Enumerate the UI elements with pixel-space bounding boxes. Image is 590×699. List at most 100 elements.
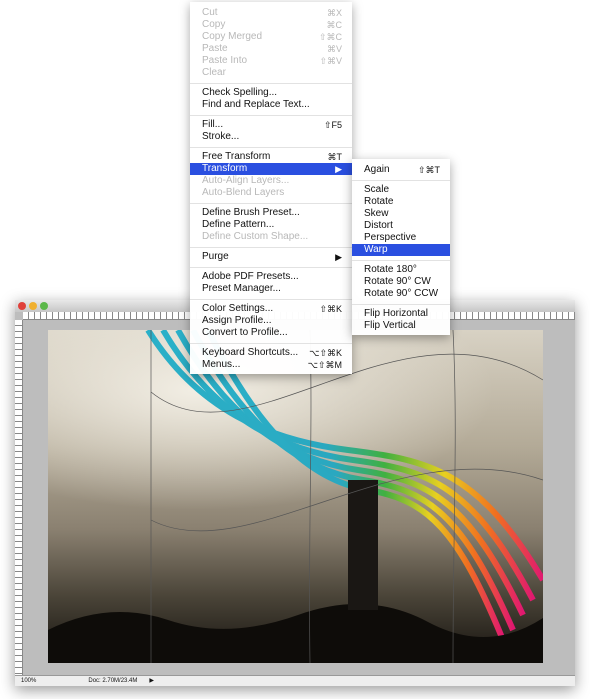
menu-separator [190,343,352,344]
menu-item-label: Copy [202,19,226,30]
menu-item-auto-blend-layers[interactable]: Auto-Blend Layers [190,187,352,199]
menu-item-shortcut: ⌥⇧⌘K [309,348,342,358]
vertical-ruler[interactable] [15,320,23,675]
menu-item-again[interactable]: Again ⇧⌘T [352,164,450,176]
menu-item-transform[interactable]: Transform ▶ [190,163,352,175]
menu-item-label: Rotate 180° [364,264,417,275]
menu-item-paste-into[interactable]: Paste Into ⇧⌘V [190,55,352,67]
menu-item-label: Adobe PDF Presets... [202,271,299,282]
menu-item-keyboard-shortcuts[interactable]: Keyboard Shortcuts... ⌥⇧⌘K [190,347,352,359]
menu-item-auto-align-layers[interactable]: Auto-Align Layers... [190,175,352,187]
close-button[interactable] [18,302,26,310]
menu-item-flip-vertical[interactable]: Flip Vertical [352,320,450,332]
menu-item-perspective[interactable]: Perspective [352,232,450,244]
menu-item-copy[interactable]: Copy ⌘C [190,19,352,31]
menu-item-menus[interactable]: Menus... ⌥⇧⌘M [190,359,352,371]
menu-item-define-custom-shape[interactable]: Define Custom Shape... [190,231,352,243]
menu-item-skew[interactable]: Skew [352,208,450,220]
menu-item-adobe-pdf-presets[interactable]: Adobe PDF Presets... [190,271,352,283]
menu-item-label: Paste [202,43,228,54]
menu-item-flip-horizontal[interactable]: Flip Horizontal [352,308,450,320]
menu-item-shortcut: ⇧⌘T [417,165,440,175]
menu-item-label: Again [364,164,390,175]
menu-item-rotate-180[interactable]: Rotate 180° [352,264,450,276]
menu-item-label: Rotate 90° CW [364,276,431,287]
menu-separator [190,147,352,148]
menu-item-stroke[interactable]: Stroke... [190,131,352,143]
menu-separator [352,180,450,181]
menu-item-shortcut: ⌘C [326,20,343,30]
menu-item-shortcut: ▶ [335,164,342,174]
menu-item-label: Menus... [202,359,241,370]
status-bar: 100% Doc: 2.70M/23.4M ▶ [15,675,575,686]
menu-item-label: Flip Horizontal [364,308,428,319]
person-silhouette [348,480,378,610]
menu-item-clear[interactable]: Clear [190,67,352,79]
menu-item-label: Flip Vertical [364,320,416,331]
menu-item-find-and-replace-text[interactable]: Find and Replace Text... [190,99,352,111]
menu-item-label: Rotate 90° CCW [364,288,439,299]
zoom-level[interactable]: 100% [15,676,42,686]
menu-separator [190,247,352,248]
menu-item-fill[interactable]: Fill... ⇧F5 [190,119,352,131]
menu-item-label: Keyboard Shortcuts... [202,347,299,358]
menu-separator [190,115,352,116]
menu-item-purge[interactable]: Purge ▶ [190,251,352,263]
zoom-button[interactable] [40,302,48,310]
menu-item-convert-to-profile[interactable]: Convert to Profile... [190,327,352,339]
menu-item-label: Perspective [364,232,417,243]
menu-item-label: Fill... [202,119,224,130]
menu-item-label: Preset Manager... [202,283,281,294]
transform-submenu: Again ⇧⌘T Scale Rotate Skew Distort Perspectiv… [352,159,450,335]
menu-item-label: Find and Replace Text... [202,99,310,110]
menu-item-label: Define Pattern... [202,219,275,230]
menu-item-label: Convert to Profile... [202,327,288,338]
doc-info[interactable]: Doc: 2.70M/23.4M [82,676,143,686]
menu-separator [352,304,450,305]
menu-item-shortcut: ⌘V [326,44,342,54]
menu-item-free-transform[interactable]: Free Transform ⌘T [190,151,352,163]
menu-item-label: Color Settings... [202,303,274,314]
menu-item-scale[interactable]: Scale [352,184,450,196]
menu-item-shortcut: ▶ [335,252,342,262]
menu-item-rotate-90-ccw[interactable]: Rotate 90° CCW [352,288,450,300]
menu-separator [352,260,450,261]
menu-item-warp[interactable]: Warp [352,244,450,256]
menu-item-define-brush-preset[interactable]: Define Brush Preset... [190,207,352,219]
menu-item-label: Free Transform [202,151,271,162]
menu-item-copy-merged[interactable]: Copy Merged ⇧⌘C [190,31,352,43]
menu-item-shortcut: ⌘X [326,8,342,18]
status-menu-arrow[interactable]: ▶ [143,676,160,686]
menu-item-label: Cut [202,7,218,18]
menu-item-preset-manager[interactable]: Preset Manager... [190,283,352,295]
menu-item-label: Stroke... [202,131,240,142]
menu-separator [190,203,352,204]
menu-item-color-settings[interactable]: Color Settings... ⇧⌘K [190,303,352,315]
menu-separator [190,299,352,300]
menu-item-label: Check Spelling... [202,87,278,98]
menu-item-label: Purge [202,251,229,262]
menu-item-shortcut: ⇧⌘K [319,304,342,314]
menu-item-label: Copy Merged [202,31,263,42]
menu-separator [190,83,352,84]
menu-item-label: Paste Into [202,55,248,66]
menu-item-label: Assign Profile... [202,315,272,326]
image-canvas[interactable] [48,330,543,663]
menu-item-define-pattern[interactable]: Define Pattern... [190,219,352,231]
edit-menu: Cut ⌘X Copy ⌘C Copy Merged ⇧⌘C Paste ⌘V Paste In… [190,2,352,374]
menu-item-shortcut: ⇧⌘V [319,56,342,66]
menu-item-shortcut: ⇧F5 [323,120,342,130]
menu-item-rotate[interactable]: Rotate [352,196,450,208]
menu-item-label: Rotate [364,196,394,207]
menu-item-label: Define Custom Shape... [202,231,309,242]
menu-item-label: Distort [364,220,393,231]
menu-item-rotate-90-cw[interactable]: Rotate 90° CW [352,276,450,288]
menu-item-label: Auto-Align Layers... [202,175,290,186]
minimize-button[interactable] [29,302,37,310]
menu-item-check-spelling[interactable]: Check Spelling... [190,87,352,99]
menu-item-label: Skew [364,208,389,219]
menu-item-distort[interactable]: Distort [352,220,450,232]
menu-item-paste[interactable]: Paste ⌘V [190,43,352,55]
menu-item-cut[interactable]: Cut ⌘X [190,7,352,19]
menu-item-assign-profile[interactable]: Assign Profile... [190,315,352,327]
